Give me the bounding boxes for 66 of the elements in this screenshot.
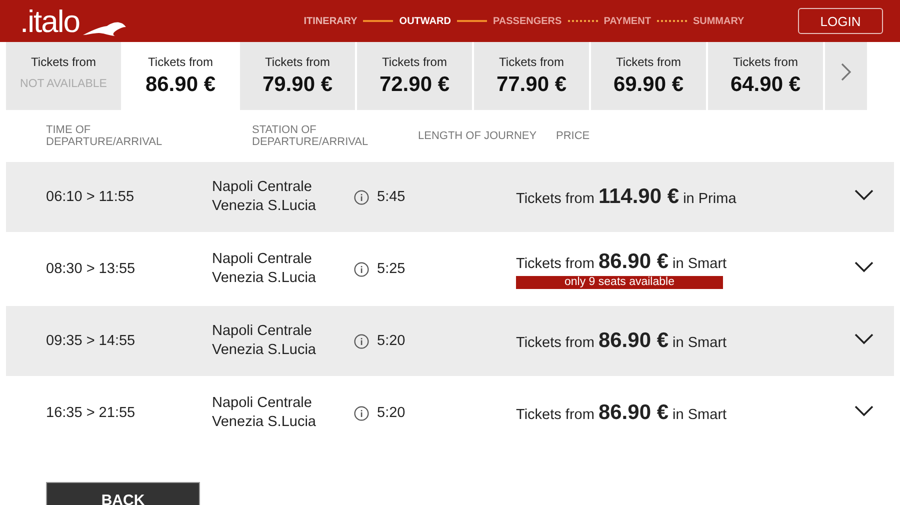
column-header: LENGTH OF JOURNEY bbox=[418, 130, 538, 142]
chevron-right-icon[interactable] bbox=[840, 62, 852, 82]
tickets-from-label: Tickets from bbox=[31, 55, 96, 69]
date-tab[interactable]: Tickets from 72.90 € bbox=[357, 42, 472, 110]
date-tab[interactable]: Tickets from NOT AVAILABLE bbox=[6, 42, 121, 110]
train-row[interactable]: 06:10 > 11:55 Napoli Centrale Venezia S.Lucia 5:45 Tickets from 114.90 € in Prima bbox=[6, 162, 894, 232]
seats-warning: only 9 seats available bbox=[516, 276, 723, 288]
tickets-from-label: Tickets from bbox=[382, 55, 447, 69]
progress-step: ITINERARY bbox=[304, 16, 358, 26]
fare-price: 64.90 € bbox=[730, 73, 801, 97]
price-text: Tickets from 86.90 € in Smart bbox=[516, 329, 727, 353]
train-row[interactable]: 16:35 > 21:55 Napoli Centrale Venezia S.Lucia 5:20 Tickets from 86.90 € in Smart bbox=[6, 378, 894, 448]
column-header: TIME OF DEPARTURE/ARRIVAL bbox=[46, 124, 164, 148]
fare-price: 77.90 € bbox=[496, 73, 567, 97]
arrival-station: Venezia S.Lucia bbox=[212, 341, 317, 360]
departure-station: Napoli Centrale bbox=[212, 322, 313, 341]
chevron-down-icon[interactable] bbox=[854, 333, 874, 345]
times-text: 16:35 > 21:55 bbox=[46, 405, 136, 421]
column-header: STATION OF DEPARTURE/ARRIVAL bbox=[252, 124, 370, 148]
price-text: Tickets from 86.90 € in Smart bbox=[516, 401, 727, 425]
progress-step: OUTWARD bbox=[399, 16, 451, 26]
fare-price: 79.90 € bbox=[262, 73, 333, 97]
arrival-station: Venezia S.Lucia bbox=[212, 197, 317, 216]
progress-step: PASSENGERS bbox=[492, 16, 562, 26]
column-header: PRICE bbox=[556, 130, 591, 142]
progress-step: SUMMARY bbox=[692, 16, 744, 26]
train-row[interactable]: 09:35 > 14:55 Napoli Centrale Venezia S.Lucia 5:20 Tickets from 86.90 € in Smart bbox=[6, 306, 894, 376]
times-text: 08:30 > 13:55 bbox=[46, 261, 136, 277]
price-text: Tickets from 114.90 € in Prima bbox=[516, 185, 736, 209]
date-tab[interactable]: Tickets from 69.90 € bbox=[591, 42, 706, 110]
date-tab[interactable]: Tickets from 64.90 € bbox=[708, 42, 823, 110]
logo-text: .italo bbox=[20, 6, 80, 36]
tickets-from-label: Tickets from bbox=[499, 55, 564, 69]
duration-text: 5:20 bbox=[377, 405, 406, 421]
login-button[interactable]: LOGIN bbox=[798, 8, 883, 34]
date-tab[interactable]: Tickets from 77.90 € bbox=[474, 42, 589, 110]
tickets-from-label: Tickets from bbox=[733, 55, 798, 69]
duration-text: 5:25 bbox=[377, 261, 406, 277]
not-available-text: NOT AVAILABLE bbox=[20, 78, 107, 90]
arrival-station: Venezia S.Lucia bbox=[212, 413, 317, 432]
times-text: 06:10 > 11:55 bbox=[46, 189, 136, 205]
departure-station: Napoli Centrale bbox=[212, 250, 313, 269]
info-icon[interactable] bbox=[354, 190, 369, 204]
tickets-from-label: Tickets from bbox=[265, 55, 330, 69]
departure-station: Napoli Centrale bbox=[212, 394, 313, 413]
times-text: 09:35 > 14:55 bbox=[46, 333, 136, 349]
fare-price: 72.90 € bbox=[379, 73, 450, 97]
chevron-down-icon[interactable] bbox=[854, 261, 874, 273]
progress-step: PAYMENT bbox=[604, 16, 651, 26]
arrival-station: Venezia S.Lucia bbox=[212, 269, 317, 288]
info-icon[interactable] bbox=[354, 262, 369, 276]
chevron-down-icon[interactable] bbox=[854, 189, 874, 201]
duration-text: 5:45 bbox=[377, 189, 406, 205]
train-row[interactable]: 08:30 > 13:55 Napoli Centrale Venezia S.Lucia 5:25 Tickets from 86.90 € in Smart only 9 seats available bbox=[6, 234, 894, 304]
fare-price: 69.90 € bbox=[613, 73, 684, 97]
info-icon[interactable] bbox=[354, 406, 369, 420]
date-tab[interactable]: Tickets from 79.90 € bbox=[240, 42, 355, 110]
fare-price: 86.90 € bbox=[145, 73, 216, 97]
departure-station: Napoli Centrale bbox=[212, 178, 313, 197]
tickets-from-label: Tickets from bbox=[616, 55, 681, 69]
chevron-down-icon[interactable] bbox=[854, 405, 874, 417]
back-button[interactable]: BACK bbox=[46, 482, 200, 505]
tickets-from-label: Tickets from bbox=[148, 55, 213, 69]
price-text: Tickets from 86.90 € in Smart bbox=[516, 250, 727, 274]
duration-text: 5:20 bbox=[377, 333, 406, 349]
info-icon[interactable] bbox=[354, 334, 369, 348]
